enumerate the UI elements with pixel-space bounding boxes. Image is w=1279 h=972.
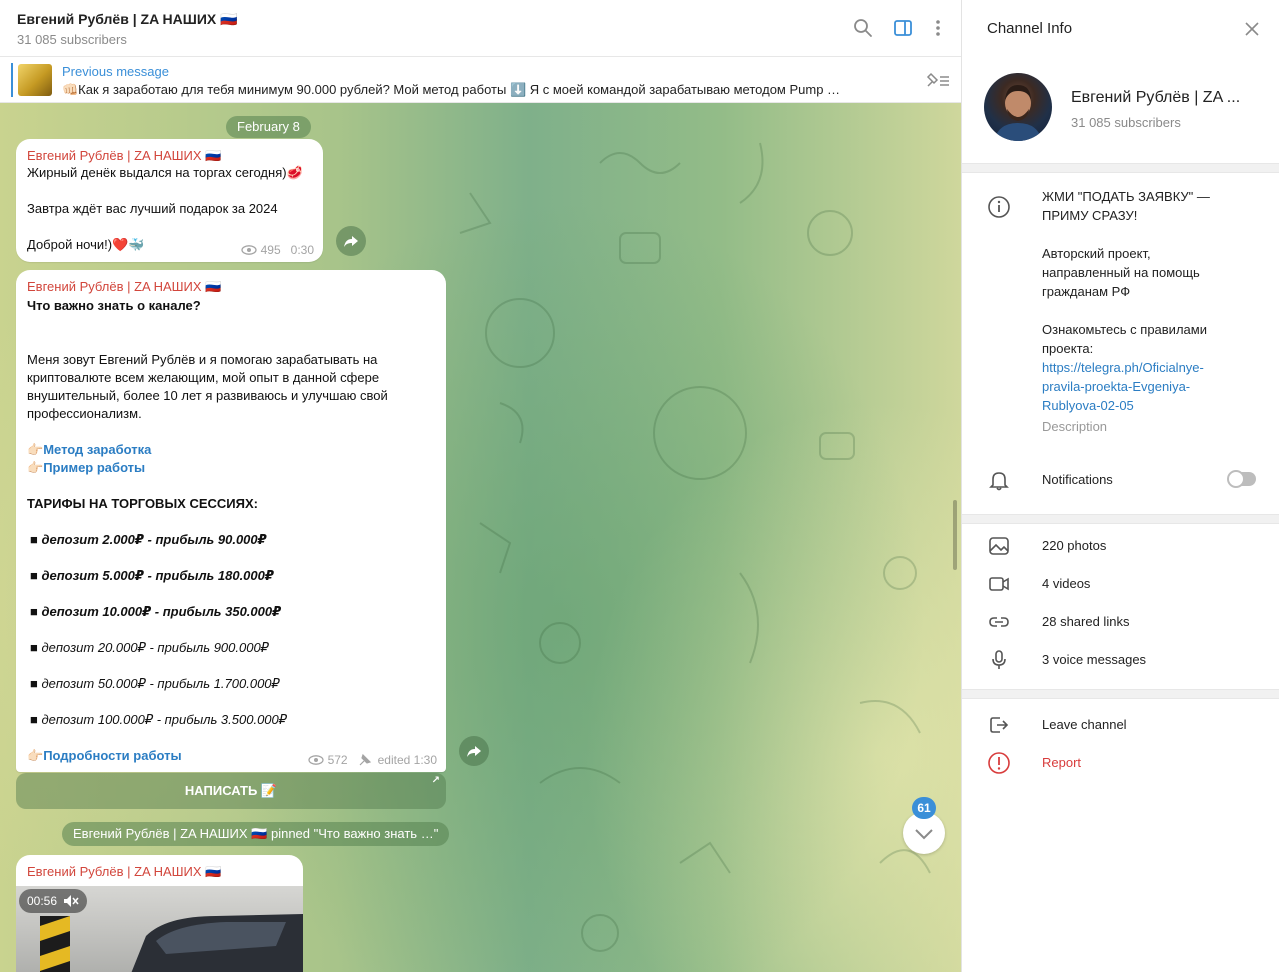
views-icon — [240, 245, 257, 255]
section-divider — [962, 514, 1279, 524]
link-row[interactable]: 👉🏻Метод заработка — [27, 441, 151, 459]
chat-scrollbar[interactable] — [953, 500, 957, 570]
message-paragraph: Меня зовут Евгений Рублёв и я помогаю за… — [27, 352, 388, 421]
views-count: 495 — [260, 243, 281, 257]
videos-count[interactable]: 4 videos — [1042, 576, 1090, 591]
tariff-item: ■ депозит 100.000₽ - прибыль 3.500.000₽ — [30, 712, 288, 727]
link-work-example[interactable]: Пример работы — [43, 460, 145, 475]
channel-description[interactable]: ЖМИ "ПОДАТЬ ЗАЯВКУ" — ПРИМУ СРАЗУ! Автор… — [1042, 187, 1242, 436]
microphone-icon — [992, 650, 1006, 669]
external-link-icon: ↗ — [431, 775, 440, 786]
pinned-message-bar[interactable]: Previous message 👊🏻Как я заработаю для т… — [0, 57, 961, 103]
channel-title[interactable]: Евгений Рублёв | ZA НАШИХ 🇷🇺 — [17, 11, 238, 28]
tariff-item: ■ депозит 50.000₽ - прибыль 1.700.000₽ — [30, 676, 280, 691]
unread-count-badge: 61 — [912, 797, 936, 819]
pointing-emoji: 👉🏻 — [27, 442, 44, 457]
pinned-list-icon[interactable] — [925, 71, 951, 89]
report-icon — [988, 752, 1010, 774]
section-divider — [962, 689, 1279, 699]
pinned-label: Previous message — [62, 64, 169, 79]
chat-background[interactable]: February 8 Евгений Рублёв | ZA НАШИХ 🇷🇺 … — [0, 103, 961, 972]
message-meta: 495 0:30 — [240, 243, 314, 257]
message-text-line: Жирный денёк выдался на торгах сегодня)🥩 — [27, 165, 303, 180]
more-menu-icon[interactable] — [927, 17, 949, 39]
bell-icon — [989, 472, 1009, 491]
chat-column: Евгений Рублёв | ZA НАШИХ 🇷🇺 31 085 subs… — [0, 0, 961, 972]
forward-icon — [344, 236, 358, 247]
message-bubble[interactable]: Евгений Рублёв | ZA НАШИХ 🇷🇺 Жирный денё… — [16, 139, 323, 262]
tariffs-title: ТАРИФЫ НА ТОРГОВЫХ СЕССИЯХ: — [27, 496, 258, 511]
channel-name: Евгений Рублёв | ZA ... — [1071, 89, 1241, 106]
photo-icon — [989, 537, 1009, 555]
message-sender[interactable]: Евгений Рублёв | ZA НАШИХ 🇷🇺 — [27, 279, 221, 295]
leave-icon — [990, 717, 1009, 733]
pinned-service-message[interactable]: Евгений Рублёв | ZA НАШИХ 🇷🇺 pinned "Что… — [62, 822, 450, 846]
notifications-label[interactable]: Notifications — [1042, 472, 1113, 487]
pin-icon — [359, 753, 371, 766]
message-heading: Что важно знать о канале? — [27, 298, 201, 313]
chat-header[interactable]: Евгений Рублёв | ZA НАШИХ 🇷🇺 31 085 subs… — [0, 0, 961, 57]
leave-channel-button[interactable]: Leave channel — [1042, 717, 1127, 732]
description-link[interactable]: Rublyova-02-05 — [1042, 396, 1242, 415]
forward-button[interactable] — [336, 226, 366, 256]
message-time: 0:30 — [290, 243, 314, 257]
link-icon — [989, 617, 1009, 627]
panel-title: Channel Info — [987, 20, 1073, 37]
link-row[interactable]: 👉🏻Пример работы — [27, 459, 145, 477]
notifications-toggle[interactable] — [1227, 470, 1256, 488]
tariff-item: ■ депозит 5.000₽ - прибыль 180.000₽ — [30, 568, 274, 583]
avatar-portrait — [994, 85, 1042, 141]
tariff-item: ■ депозит 10.000₽ - прибыль 350.000₽ — [30, 604, 282, 619]
link-row[interactable]: 👉🏻Подробности работы — [27, 747, 182, 765]
pinned-accent-line — [11, 63, 13, 97]
pinned-thumbnail — [18, 64, 52, 96]
description-caption: Description — [1042, 419, 1108, 434]
shared-links-count[interactable]: 28 shared links — [1042, 614, 1129, 629]
report-button[interactable]: Report — [1042, 755, 1081, 770]
pinned-text: 👊🏻Как я заработаю для тебя минимум 90.00… — [62, 82, 841, 97]
car-video-frame — [40, 914, 303, 972]
search-icon[interactable] — [852, 17, 874, 39]
description-link[interactable]: https://telegra.ph/Oficialnye- — [1042, 358, 1242, 377]
video-message-bubble[interactable]: Евгений Рублёв | ZA НАШИХ 🇷🇺 00:56 — [16, 855, 303, 972]
channel-subscribers: 31 085 subscribers — [1071, 115, 1181, 130]
voice-messages-count[interactable]: 3 voice messages — [1042, 652, 1146, 667]
tariff-item: ■ депозит 20.000₽ - прибыль 900.000₽ — [30, 640, 269, 655]
close-icon[interactable] — [1243, 20, 1261, 38]
message-text-line: Завтра ждёт вас лучший подарок за 2024 — [27, 201, 278, 216]
message-meta: 572 edited 1:30 — [307, 753, 437, 767]
tariff-item: ■ депозит 2.000₽ - прибыль 90.000₽ — [30, 532, 267, 547]
date-separator: February 8 — [226, 116, 311, 138]
link-earning-method[interactable]: Метод заработка — [43, 442, 151, 457]
channel-info-panel: Channel Info Евгений Рублёв | ZA ... 31 … — [961, 0, 1279, 972]
forward-icon — [467, 746, 481, 757]
message-edited-time: edited 1:30 — [377, 753, 437, 767]
video-icon — [989, 577, 1009, 591]
video-preview[interactable]: 00:56 — [16, 886, 303, 972]
subscriber-count: 31 085 subscribers — [17, 32, 127, 47]
write-button-label: НАПИСАТЬ 📝 — [184, 783, 278, 798]
message-bubble[interactable]: Евгений Рублёв | ZA НАШИХ 🇷🇺 Что важно з… — [16, 270, 446, 772]
telegram-window: Евгений Рублёв | ZA НАШИХ 🇷🇺 31 085 subs… — [0, 0, 1279, 972]
message-text-line: Доброй ночи!)❤️🐳 — [27, 237, 145, 252]
description-link[interactable]: pravila-proekta-Evgeniya- — [1042, 377, 1242, 396]
pointing-emoji: 👉🏻 — [27, 748, 44, 763]
message-sender[interactable]: Евгений Рублёв | ZA НАШИХ 🇷🇺 — [27, 864, 221, 880]
write-button[interactable]: НАПИСАТЬ 📝 ↗ — [16, 773, 446, 809]
views-icon — [307, 755, 324, 765]
sidebar-toggle-icon[interactable] — [892, 17, 914, 39]
forward-button[interactable] — [459, 736, 489, 766]
info-icon — [988, 196, 1010, 218]
link-work-details[interactable]: Подробности работы — [43, 748, 181, 763]
section-divider — [962, 163, 1279, 173]
toggle-knob — [1227, 470, 1245, 488]
channel-avatar[interactable] — [984, 73, 1052, 141]
views-count: 572 — [327, 753, 348, 767]
pointing-emoji: 👉🏻 — [27, 460, 44, 475]
photos-count[interactable]: 220 photos — [1042, 538, 1106, 553]
message-sender[interactable]: Евгений Рублёв | ZA НАШИХ 🇷🇺 — [27, 148, 221, 164]
